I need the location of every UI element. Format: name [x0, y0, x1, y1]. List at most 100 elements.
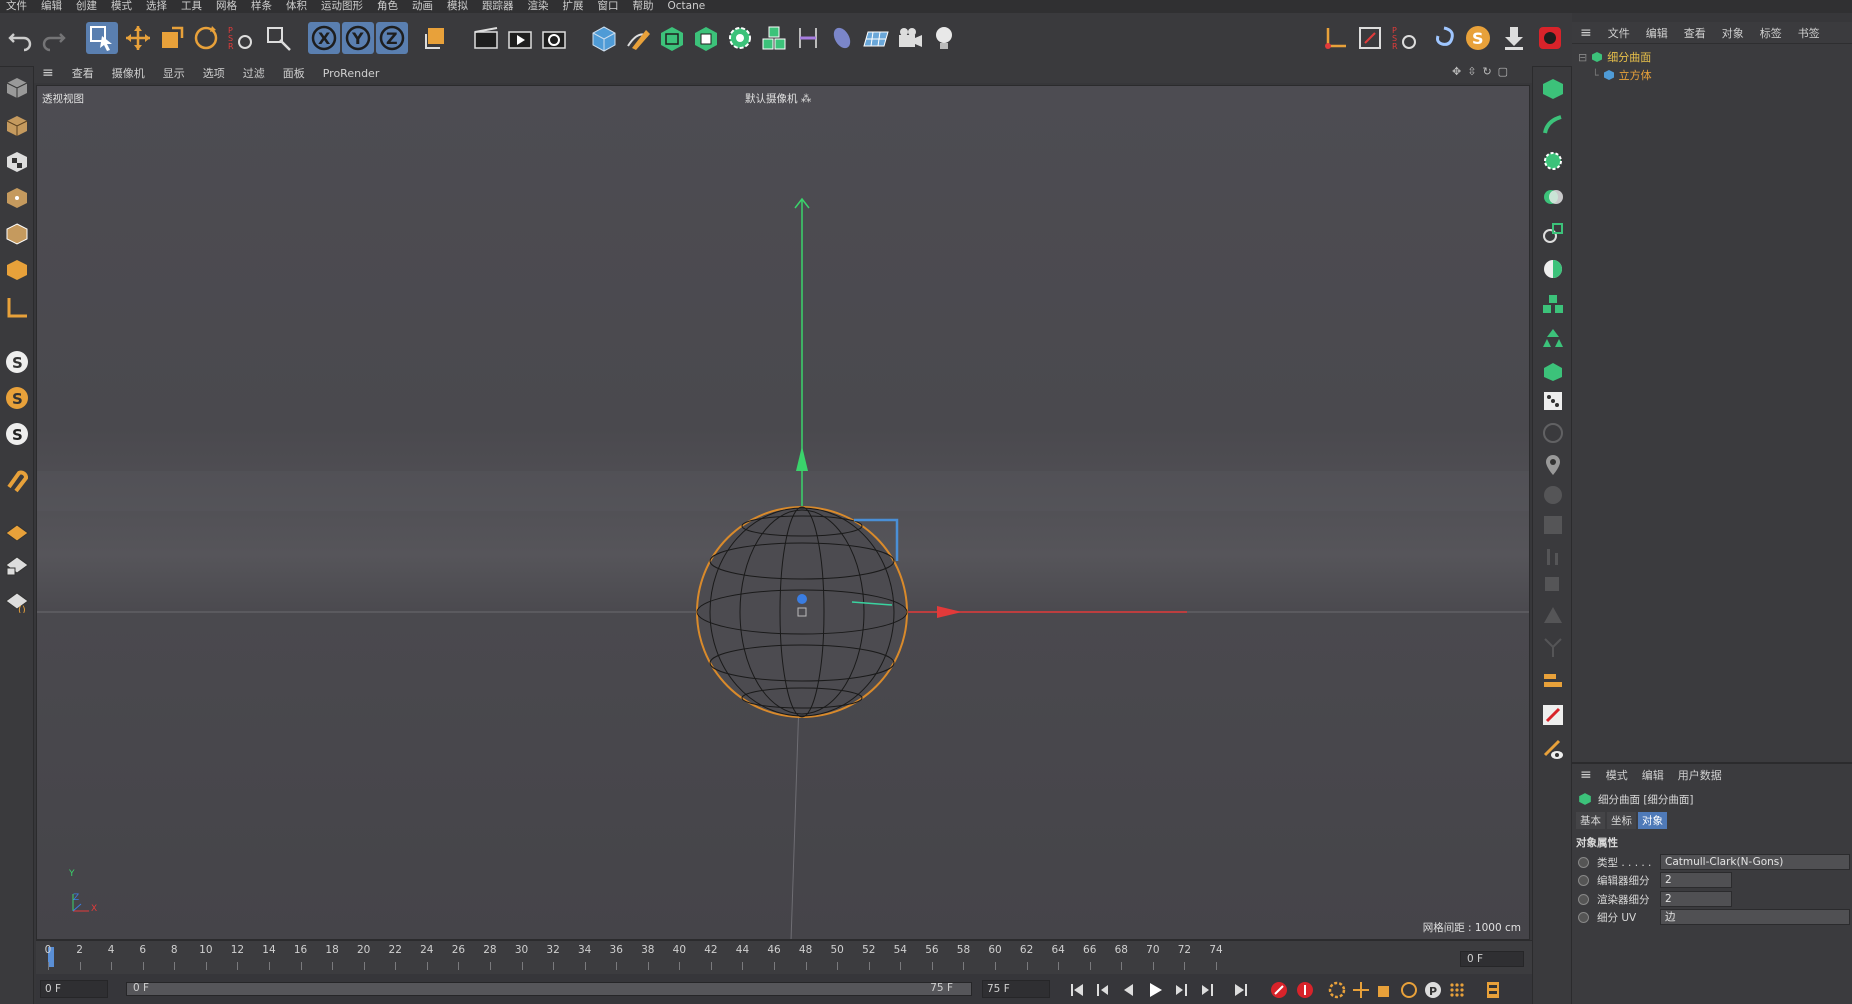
timeline-ruler[interactable]: 0 F 0 2 4 6 8 10 12 14 16 18 20 22 24 26 28 30 32 34 36 38 4…	[36, 940, 1532, 974]
locked-grid-button[interactable]	[2, 549, 32, 579]
menu-item[interactable]: 扩展	[563, 0, 584, 13]
tab-object[interactable]: 对象	[1638, 811, 1667, 829]
axis-mode-button[interactable]	[2, 293, 32, 323]
floor-button[interactable]	[860, 22, 892, 54]
next-key-button[interactable]	[1196, 979, 1218, 1001]
record-keys-button[interactable]	[1268, 979, 1290, 1001]
make-editable-button[interactable]	[2, 73, 32, 103]
key-position-button[interactable]	[1350, 979, 1372, 1001]
eye-brush-button[interactable]	[1539, 735, 1567, 763]
plugin-grid-button[interactable]: ()	[2, 585, 32, 615]
attr-editor-subdiv-input[interactable]: 2	[1660, 872, 1732, 888]
play-button[interactable]	[1144, 979, 1166, 1001]
perspective-viewport[interactable]: 透视视图 默认摄像机 ⁂ 网格间距 : 1000 cm Y Z X	[36, 85, 1530, 940]
current-frame-field[interactable]: 0 F	[1460, 951, 1524, 967]
spline-shapes-button[interactable]	[1539, 219, 1567, 247]
menu-item[interactable]: 跟踪器	[482, 0, 514, 13]
voronoi-button[interactable]	[1539, 387, 1567, 415]
x-axis-button[interactable]: X	[308, 22, 340, 54]
snap-button[interactable]	[1320, 22, 1352, 54]
menu-item[interactable]: 文件	[6, 0, 27, 13]
disabled-tool-2-button[interactable]	[1539, 511, 1567, 539]
polygons-mode-button[interactable]	[2, 255, 32, 285]
end-frame-field[interactable]: 75 F	[982, 980, 1050, 998]
viewport-menu-camera[interactable]: 摄像机	[112, 65, 145, 81]
render-view-button[interactable]	[470, 22, 502, 54]
plugin-swirl-button[interactable]	[1428, 22, 1460, 54]
menu-item[interactable]: 工具	[181, 0, 202, 13]
keyframe-selection-button[interactable]	[1326, 979, 1348, 1001]
menu-item[interactable]: 窗口	[598, 0, 619, 13]
attr-render-subdiv-keyframe-toggle[interactable]	[1578, 893, 1589, 905]
start-frame-field[interactable]: 0 F	[40, 980, 108, 998]
scene-button[interactable]	[826, 22, 858, 54]
viewport-dolly-icon[interactable]: ⇳	[1467, 65, 1476, 78]
undo-button[interactable]	[4, 22, 36, 54]
x-axis-handle[interactable]	[937, 606, 962, 618]
om-menu-object[interactable]: 对象	[1722, 25, 1744, 41]
key-scale-button[interactable]	[1374, 979, 1396, 1001]
scale-tool-button[interactable]	[156, 22, 188, 54]
attr-subdiv-uv-keyframe-toggle[interactable]	[1578, 911, 1589, 923]
symmetry-button[interactable]	[1539, 255, 1567, 283]
menu-item[interactable]: 模式	[111, 0, 132, 13]
autokey-button[interactable]	[1294, 979, 1316, 1001]
viewport-menu-prorender[interactable]: ProRender	[323, 67, 380, 80]
mograph-button[interactable]	[1539, 291, 1567, 319]
floor-plane-button[interactable]	[2, 513, 32, 543]
viewport-rotate-icon[interactable]: ↻	[1482, 65, 1491, 78]
pen-spline-button[interactable]	[622, 22, 654, 54]
render-to-picture-viewer-button[interactable]	[504, 22, 536, 54]
attr-render-subdiv-input[interactable]: 2	[1660, 891, 1732, 907]
cube-object-button[interactable]	[1539, 75, 1567, 103]
fracture-button[interactable]	[1539, 357, 1567, 385]
viewport-menu-options[interactable]: 选项	[203, 65, 225, 81]
disabled-tool-3-button[interactable]	[1539, 543, 1567, 571]
z-axis-button[interactable]: Z	[376, 22, 408, 54]
tab-coord[interactable]: 坐标	[1607, 811, 1636, 829]
attr-editor-subdiv-keyframe-toggle[interactable]	[1578, 874, 1589, 886]
substance-button[interactable]: S	[1462, 22, 1494, 54]
recent-tools-button[interactable]: PSR	[224, 22, 256, 54]
viewport-menu-view[interactable]: 查看	[72, 65, 94, 81]
am-menu-userdata[interactable]: 用户数据	[1678, 767, 1722, 783]
paint-brush-button[interactable]	[1539, 701, 1567, 729]
go-to-start-button[interactable]	[1066, 979, 1088, 1001]
menu-item[interactable]: 编辑	[41, 0, 62, 13]
edges-mode-button[interactable]	[2, 219, 32, 249]
workplane-button[interactable]	[1354, 22, 1386, 54]
rotate-tool-button[interactable]	[190, 22, 222, 54]
timeline-layout-button[interactable]	[1482, 979, 1504, 1001]
pivot-point[interactable]	[797, 594, 807, 604]
menu-item[interactable]: 体积	[286, 0, 307, 13]
redo-button[interactable]	[38, 22, 70, 54]
download-button[interactable]	[1498, 22, 1530, 54]
play-backward-button[interactable]	[1118, 979, 1140, 1001]
light-button[interactable]	[928, 22, 960, 54]
viewport-menu-display[interactable]: 显示	[163, 65, 185, 81]
boole-button[interactable]	[1539, 183, 1567, 211]
subdivided-cube-mesh[interactable]	[696, 506, 908, 718]
menu-item[interactable]: 选择	[146, 0, 167, 13]
align-button[interactable]	[1539, 667, 1567, 695]
menu-item[interactable]: 样条	[251, 0, 272, 13]
key-pla-button[interactable]	[1446, 979, 1468, 1001]
disabled-tool-5-button[interactable]	[1539, 601, 1567, 629]
y-axis-handle[interactable]	[796, 446, 808, 471]
tab-basic[interactable]: 基本	[1576, 811, 1605, 829]
om-menu-bookmarks[interactable]: 书签	[1798, 25, 1820, 41]
render-settings-button[interactable]	[538, 22, 570, 54]
add-cube-button[interactable]	[588, 22, 620, 54]
om-menu-view[interactable]: 查看	[1684, 25, 1706, 41]
move-tool-button[interactable]	[122, 22, 154, 54]
y-axis-button[interactable]: Y	[342, 22, 374, 54]
go-to-end-button[interactable]	[1230, 979, 1252, 1001]
menu-item[interactable]: Octane	[668, 0, 706, 13]
points-mode-button[interactable]	[2, 183, 32, 213]
spline-pen-button[interactable]	[1539, 111, 1567, 139]
menu-item[interactable]: 网格	[216, 0, 237, 13]
coordinate-system-button[interactable]	[420, 22, 452, 54]
menu-item[interactable]: 运动图形	[321, 0, 363, 13]
attr-subdiv-uv-dropdown[interactable]: 边	[1660, 909, 1850, 925]
viewport-maximize-icon[interactable]: ▢	[1498, 65, 1508, 78]
